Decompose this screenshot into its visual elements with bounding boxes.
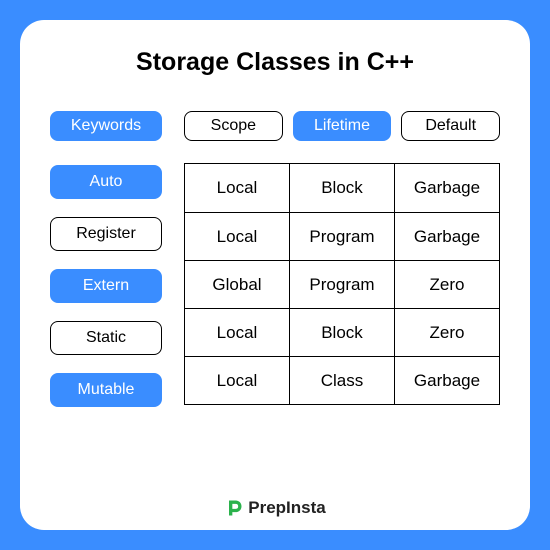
table-row: Local Block Zero [185, 308, 499, 356]
content-area: Keywords Auto Register Extern Static Mut… [44, 111, 506, 407]
keyword-static: Static [50, 321, 162, 355]
keywords-column: Keywords Auto Register Extern Static Mut… [50, 111, 162, 407]
keyword-mutable: Mutable [50, 373, 162, 407]
cell-lifetime: Block [289, 309, 394, 356]
brand-footer: PrepInsta [20, 498, 530, 518]
keywords-header: Keywords [50, 111, 162, 141]
cell-default: Garbage [394, 357, 499, 404]
cell-scope: Local [185, 164, 289, 212]
cell-default: Garbage [394, 164, 499, 212]
keyword-extern: Extern [50, 269, 162, 303]
header-lifetime: Lifetime [293, 111, 392, 141]
cell-scope: Local [185, 357, 289, 404]
data-table: Local Block Garbage Local Program Garbag… [184, 163, 500, 405]
keyword-auto: Auto [50, 165, 162, 199]
keyword-register: Register [50, 217, 162, 251]
page-title: Storage Classes in C++ [44, 48, 506, 77]
cell-lifetime: Class [289, 357, 394, 404]
header-scope: Scope [184, 111, 283, 141]
cell-lifetime: Program [289, 261, 394, 308]
table-row: Local Class Garbage [185, 356, 499, 404]
cell-scope: Local [185, 213, 289, 260]
table-row: Global Program Zero [185, 260, 499, 308]
table-header-row: Scope Lifetime Default [184, 111, 500, 141]
cell-scope: Local [185, 309, 289, 356]
brand-name: PrepInsta [248, 498, 325, 518]
cell-default: Garbage [394, 213, 499, 260]
cell-default: Zero [394, 309, 499, 356]
brand-logo-icon [224, 498, 244, 518]
cell-scope: Global [185, 261, 289, 308]
table-row: Local Program Garbage [185, 212, 499, 260]
table-row: Local Block Garbage [185, 164, 499, 212]
cell-default: Zero [394, 261, 499, 308]
cell-lifetime: Block [289, 164, 394, 212]
card: Storage Classes in C++ Keywords Auto Reg… [20, 20, 530, 530]
header-default: Default [401, 111, 500, 141]
data-column: Scope Lifetime Default Local Block Garba… [184, 111, 500, 407]
cell-lifetime: Program [289, 213, 394, 260]
